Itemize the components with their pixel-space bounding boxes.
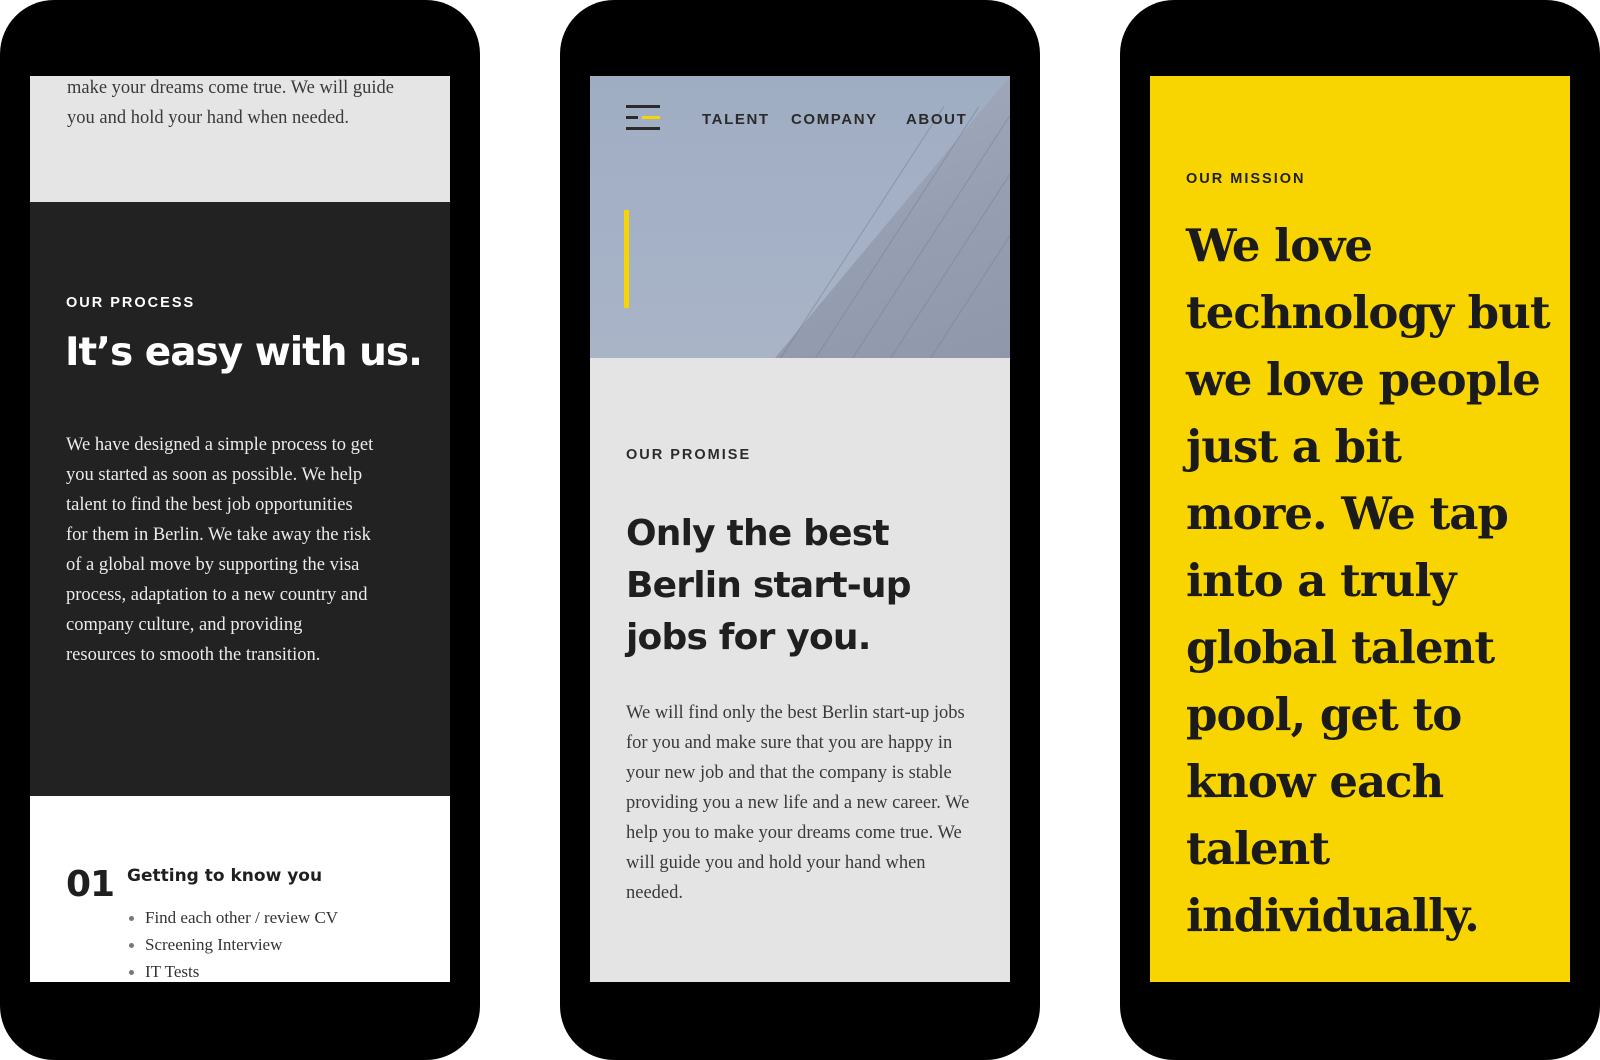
mission-heading: We love technology but we love people ju… xyxy=(1186,219,1551,942)
step-number: 01 xyxy=(66,864,115,905)
list-item: Find each other / review CV xyxy=(127,904,338,931)
phone-mockup-1: make your dreams come true. We will guid… xyxy=(0,0,480,1060)
promise-body: We will find only the best Berlin start-… xyxy=(626,703,970,903)
mission-section: OUR MISSION We love technology but we lo… xyxy=(1150,76,1570,982)
phone-mockup-3: OUR MISSION We love technology but we lo… xyxy=(1120,0,1600,1060)
list-item: Screening Interview xyxy=(127,931,338,958)
accent-bar xyxy=(624,210,629,308)
process-eyebrow: OUR PROCESS xyxy=(66,295,196,311)
process-step: 01 Getting to know you Find each other /… xyxy=(30,796,450,982)
nav-about[interactable]: ABOUT xyxy=(906,111,967,128)
process-heading: It’s easy with us. xyxy=(65,330,423,375)
list-item: IT Tests xyxy=(127,958,338,982)
hero-image: TALENT COMPANY ABOUT xyxy=(590,76,1010,358)
menu-icon[interactable] xyxy=(626,105,666,131)
phone-3-screen: OUR MISSION We love technology but we lo… xyxy=(1150,76,1570,982)
nav-company[interactable]: COMPANY xyxy=(791,111,878,128)
promise-eyebrow: OUR PROMISE xyxy=(626,447,752,463)
step-list: Find each other / review CV Screening In… xyxy=(127,904,338,982)
phone-1-screen: make your dreams come true. We will guid… xyxy=(30,76,450,982)
promise-body-tail: make your dreams come true. We will guid… xyxy=(67,78,394,128)
phone-mockup-2: TALENT COMPANY ABOUT OUR PROMISE Only th… xyxy=(560,0,1040,1060)
process-section: OUR PROCESS It’s easy with us. We have d… xyxy=(30,202,450,796)
mission-eyebrow: OUR MISSION xyxy=(1186,171,1306,187)
promise-text-continuation: make your dreams come true. We will guid… xyxy=(30,76,450,202)
nav-talent[interactable]: TALENT xyxy=(702,111,770,128)
phone-2-screen: TALENT COMPANY ABOUT OUR PROMISE Only th… xyxy=(590,76,1010,982)
promise-heading: Only the best Berlin start-up jobs for y… xyxy=(626,513,911,658)
promise-section: OUR PROMISE Only the best Berlin start-u… xyxy=(590,358,1010,982)
process-body: We have designed a simple process to get… xyxy=(66,435,374,665)
step-title: Getting to know you xyxy=(127,866,323,886)
